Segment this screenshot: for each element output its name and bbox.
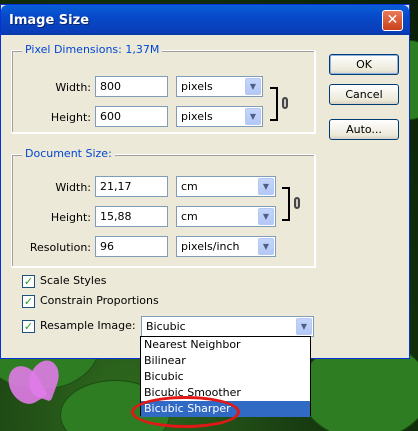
title-bar[interactable]: Image Size ✕ [1, 5, 409, 35]
option-bilinear[interactable]: Bilinear [141, 353, 310, 369]
doc-width-unit-select[interactable]: cm ▼ [176, 176, 276, 197]
resample-image-checkbox[interactable]: ✓ Resample Image: [22, 319, 137, 334]
chevron-down-icon[interactable]: ▼ [258, 178, 274, 195]
doc-link-bracket [282, 187, 290, 221]
close-icon: ✕ [386, 12, 399, 28]
constrain-proportions-label: Constrain Proportions [40, 294, 159, 307]
auto-button[interactable]: Auto... [329, 119, 399, 140]
constrain-proportions-checkbox[interactable]: ✓ Constrain Proportions [22, 294, 172, 309]
chain-link-icon [294, 197, 300, 209]
doc-width-input[interactable]: 21,17 [95, 176, 168, 197]
chevron-down-icon[interactable]: ▼ [245, 108, 261, 125]
pixel-height-unit-value: pixels [181, 110, 213, 123]
resample-image-label: Resample Image: [40, 319, 136, 332]
pixel-width-input[interactable]: 800 [95, 76, 168, 97]
checkmark-icon[interactable]: ✓ [22, 275, 35, 288]
pixel-link-bracket [270, 87, 278, 121]
doc-height-input[interactable]: 15,88 [95, 206, 168, 227]
checkmark-icon[interactable]: ✓ [22, 295, 35, 308]
resolution-unit-value: pixels/inch [181, 240, 240, 253]
doc-width-label: Width: [55, 181, 91, 194]
pixel-width-unit-select[interactable]: pixels ▼ [176, 76, 263, 97]
chevron-down-icon[interactable]: ▼ [296, 318, 312, 335]
cancel-button[interactable]: Cancel [329, 84, 399, 105]
doc-height-unit-select[interactable]: cm ▼ [176, 206, 276, 227]
checkmark-icon[interactable]: ✓ [22, 320, 35, 333]
resolution-input[interactable]: 96 [95, 236, 168, 257]
scale-styles-checkbox[interactable]: ✓ Scale Styles [22, 274, 142, 289]
chevron-down-icon[interactable]: ▼ [258, 208, 274, 225]
dialog-title: Image Size [9, 13, 90, 28]
pixel-height-input[interactable]: 600 [95, 106, 168, 127]
resolution-label: Resolution: [29, 241, 91, 254]
chevron-down-icon[interactable]: ▼ [258, 238, 274, 255]
pixel-width-unit-value: pixels [181, 80, 213, 93]
resolution-unit-select[interactable]: pixels/inch ▼ [176, 236, 276, 257]
resample-method-select[interactable]: Bicubic ▼ [141, 316, 314, 337]
ok-button[interactable]: OK [329, 54, 399, 75]
option-bicubic[interactable]: Bicubic [141, 369, 310, 385]
image-size-dialog: Image Size ✕ Pixel Dimensions: 1,37M Wid… [0, 4, 410, 359]
doc-height-label: Height: [50, 211, 91, 224]
close-button[interactable]: ✕ [382, 10, 403, 31]
pixel-dimensions-legend: Pixel Dimensions: 1,37M [22, 43, 163, 56]
chevron-down-icon[interactable]: ▼ [245, 78, 261, 95]
chain-link-icon [282, 97, 288, 109]
doc-width-unit-value: cm [181, 180, 198, 193]
option-nearest-neighbor[interactable]: Nearest Neighbor [141, 337, 310, 353]
pixel-height-label: Height: [50, 111, 91, 124]
dialog-body: Pixel Dimensions: 1,37M Width: 800 pixel… [4, 35, 406, 356]
pixel-height-unit-select[interactable]: pixels ▼ [176, 106, 263, 127]
highlight-ellipse [131, 396, 240, 428]
pixel-width-label: Width: [55, 81, 91, 94]
scale-styles-label: Scale Styles [40, 274, 107, 287]
document-size-legend: Document Size: [22, 147, 115, 160]
doc-height-unit-value: cm [181, 210, 198, 223]
resample-method-value: Bicubic [146, 320, 186, 333]
